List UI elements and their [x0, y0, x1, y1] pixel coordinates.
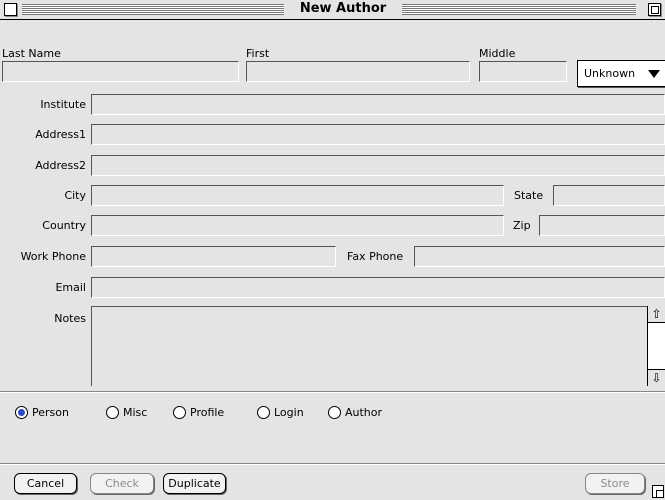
address2-label: Address2	[35, 159, 86, 172]
new-author-window: New Author Last Name First Middle Unknow…	[0, 0, 665, 500]
radio-profile[interactable]: Profile	[173, 405, 243, 421]
radio-unselected-icon	[328, 406, 341, 419]
radio-login-label: Login	[274, 406, 304, 419]
radio-profile-label: Profile	[190, 406, 225, 419]
country-label: Country	[42, 219, 86, 232]
scroll-down-arrow-icon[interactable]: ⇩	[648, 369, 665, 386]
last-name-label: Last Name	[2, 47, 61, 60]
radio-misc[interactable]: Misc	[106, 405, 166, 421]
fax-phone-label: Fax Phone	[347, 250, 404, 263]
state-field[interactable]	[553, 185, 665, 206]
radio-author[interactable]: Author	[328, 405, 398, 421]
zoom-box-icon[interactable]	[648, 3, 661, 16]
window-title: New Author	[284, 1, 402, 17]
title-stripes-right	[402, 4, 636, 15]
size-box-icon[interactable]	[652, 485, 664, 498]
store-button[interactable]: Store	[585, 473, 645, 494]
notes-label: Notes	[54, 312, 86, 325]
zip-field[interactable]	[539, 215, 665, 236]
fax-phone-field[interactable]	[414, 246, 665, 267]
middle-name-label: Middle	[479, 47, 516, 60]
institute-field[interactable]	[91, 94, 665, 115]
middle-name-field[interactable]	[479, 61, 567, 82]
radio-author-label: Author	[345, 406, 383, 419]
email-label: Email	[55, 281, 86, 294]
duplicate-button[interactable]: Duplicate	[163, 473, 226, 494]
city-label: City	[64, 189, 86, 202]
email-field[interactable]	[91, 277, 665, 298]
radio-unselected-icon	[257, 406, 270, 419]
scroll-up-arrow-icon[interactable]: ⇧	[648, 306, 665, 323]
first-name-field[interactable]	[246, 61, 470, 82]
radio-person-label: Person	[32, 406, 69, 419]
notes-scrollbar[interactable]: ⇧ ⇩	[647, 306, 665, 386]
radio-person[interactable]: Person	[15, 405, 95, 421]
first-name-label: First	[246, 47, 270, 60]
radio-unselected-icon	[173, 406, 186, 419]
radio-misc-label: Misc	[123, 406, 148, 419]
address1-field[interactable]	[91, 124, 665, 145]
cancel-button[interactable]: Cancel	[14, 473, 77, 494]
address2-field[interactable]	[91, 155, 665, 176]
country-field[interactable]	[91, 215, 504, 236]
zip-label: Zip	[513, 219, 531, 232]
triangle-down-icon	[648, 70, 660, 78]
state-label: State	[514, 189, 544, 202]
divider-top-highlight	[0, 392, 665, 393]
notes-textarea[interactable]	[91, 306, 665, 386]
divider-bottom-highlight	[0, 464, 665, 465]
city-field[interactable]	[91, 185, 504, 206]
radio-unselected-icon	[106, 406, 119, 419]
close-box-icon[interactable]	[4, 3, 17, 16]
title-stripes-left	[22, 4, 284, 15]
work-phone-label: Work Phone	[20, 250, 86, 263]
institute-label: Institute	[40, 98, 86, 111]
check-button[interactable]: Check	[90, 473, 154, 494]
suffix-popup-menu[interactable]: Unknown	[577, 60, 665, 87]
work-phone-field[interactable]	[91, 246, 336, 267]
title-bar[interactable]: New Author	[0, 0, 665, 20]
popup-selected-value: Unknown	[584, 67, 636, 80]
last-name-field[interactable]	[2, 61, 239, 82]
radio-selected-icon	[15, 406, 28, 419]
address1-label: Address1	[35, 128, 86, 141]
radio-login[interactable]: Login	[257, 405, 317, 421]
